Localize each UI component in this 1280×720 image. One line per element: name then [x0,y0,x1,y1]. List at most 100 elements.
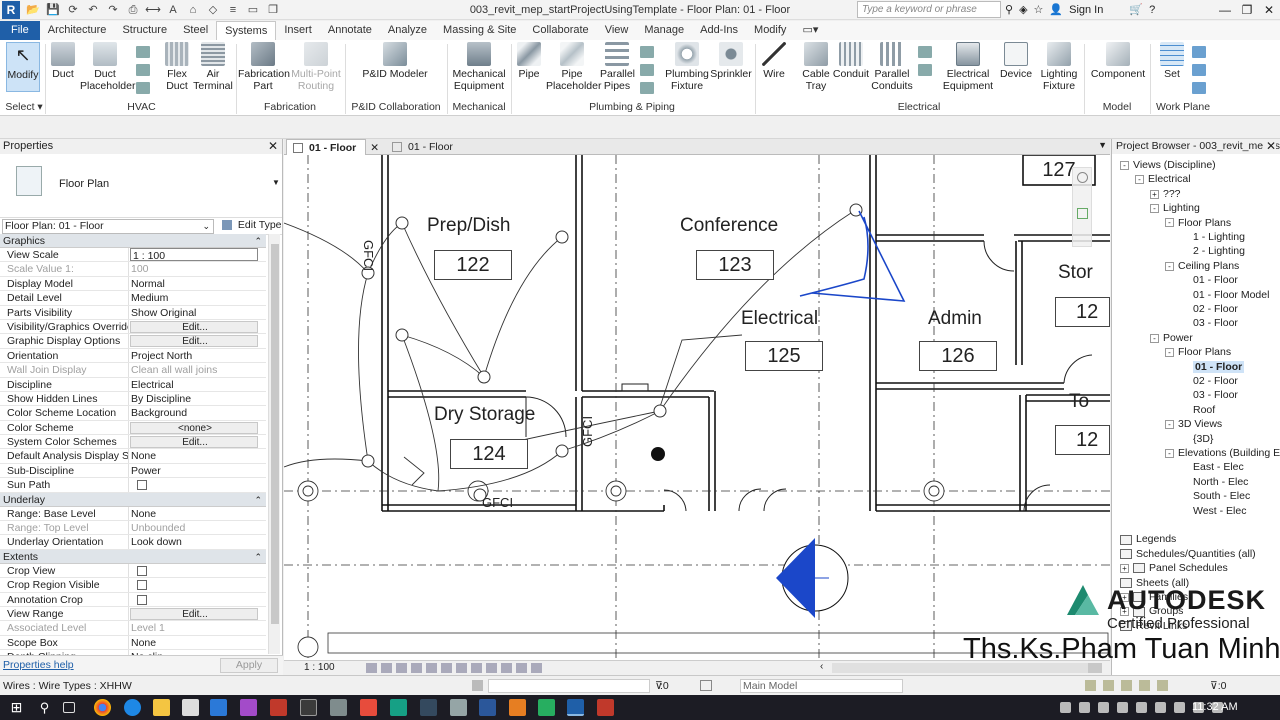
close-tab-icon[interactable]: ✕ [370,140,379,156]
show-workplane-icon[interactable] [1192,46,1206,58]
property-edit-button[interactable]: Edit... [130,320,258,333]
property-value[interactable]: Background [129,406,266,419]
show-crop-icon[interactable] [441,663,452,673]
browser-item-selected[interactable]: 01 - Floor [1180,360,1245,374]
mechanical-equipment-button[interactable]: Mechanical Equipment [452,42,506,92]
browser-item[interactable]: - Floor Plans [1165,345,1231,359]
clock[interactable]: 11:32 AM [1192,701,1238,713]
tab-01-floor[interactable]: 01 - Floor [386,139,476,155]
air-terminal-button[interactable]: Air Terminal [193,42,233,92]
select-by-face-icon[interactable] [1139,680,1150,691]
modify-button[interactable]: ↖ Modify [6,42,40,92]
parallel-pipes-button[interactable]: Parallel Pipes [600,42,635,92]
thin-lines-icon[interactable]: ≡ [224,2,242,18]
collapse-toggle-icon[interactable]: - [1150,333,1159,343]
expand-toggle-icon[interactable]: + [1120,563,1129,573]
tab-insert[interactable]: Insert [276,21,320,40]
user-icon[interactable]: 👤 [1049,3,1063,16]
app-icon-6[interactable] [360,699,377,716]
checkbox[interactable] [137,580,147,591]
browser-item[interactable]: -3D Views [1165,417,1222,431]
tab-analyze[interactable]: Analyze [380,21,435,40]
revit-app-icon[interactable]: R [2,0,20,19]
browser-item[interactable]: 03 - Floor [1180,316,1238,330]
app-icon-12[interactable] [597,699,614,716]
pipe-placeholder-button[interactable]: Pipe Placeholder [546,42,601,92]
sun-path-icon[interactable] [396,663,407,673]
property-value[interactable]: 1 : 100 [130,248,258,262]
design-option-selector[interactable]: Main Model [740,679,903,693]
browser-item[interactable]: Legends [1120,532,1176,546]
tab-systems[interactable]: Systems [216,21,277,40]
ref-plane-icon[interactable] [1192,64,1206,76]
checkbox[interactable] [137,594,147,605]
browser-item[interactable]: 1 - Lighting [1180,230,1245,244]
browser-item[interactable]: South - Elec [1180,489,1250,503]
checkbox[interactable] [137,480,147,491]
tray-icon-5[interactable] [1136,702,1147,713]
electrical-equipment-button[interactable]: Electrical Equipment [942,42,994,92]
edge-icon[interactable] [124,699,141,716]
room-name[interactable]: Stor [1058,262,1093,284]
tray-icon-3[interactable] [1098,702,1109,713]
room-name[interactable]: Prep/Dish [427,215,510,237]
filter-count[interactable]: ⊽:0 [1210,680,1226,692]
pid-modeler-button[interactable]: P&ID Modeler [362,42,428,80]
collapse-toggle-icon[interactable]: - [1165,419,1174,429]
duct-fitting-icon[interactable] [136,46,150,58]
analytical-model-icon[interactable] [501,663,512,673]
tray-icon-7[interactable] [1174,702,1185,713]
browser-item[interactable]: -Elevations (Building Elevation) [1165,446,1280,460]
browser-item[interactable]: - Views (Discipline) [1120,158,1216,172]
subscription-icon[interactable]: ◈ [1019,3,1027,16]
multi-point-routing-button[interactable]: Multi-Point Routing [290,42,342,92]
cable-tray-button[interactable]: Cable Tray [800,42,832,92]
select-underlay-icon[interactable] [1103,680,1114,691]
temporary-hide-icon[interactable] [456,663,467,673]
room-number[interactable]: 12 [1055,425,1110,455]
task-view-icon[interactable] [63,702,75,713]
tray-icon-2[interactable] [1079,702,1090,713]
room-number[interactable]: 125 [745,341,823,371]
tab-modify[interactable]: Modify [746,21,794,40]
ribbon-context-icon[interactable]: ▭▾ [794,21,826,40]
pipe-button[interactable]: Pipe [515,42,543,80]
close-icon[interactable]: ✕ [268,139,278,154]
tab-file[interactable]: File [0,21,40,40]
duct-placeholder-button[interactable]: Duct Placeholder [80,42,135,92]
detail-level-icon[interactable] [366,663,377,673]
pipe-accessory-icon[interactable] [640,64,654,76]
select-pinned-icon[interactable] [1121,680,1132,691]
property-checkbox-cell[interactable] [129,478,266,491]
instance-selector[interactable]: Floor Plan: 01 - Floor ⌄ [2,219,214,234]
room-number[interactable]: 12 [1055,297,1110,327]
viewer-icon[interactable] [1192,82,1206,94]
chrome-icon[interactable] [94,699,111,716]
convert-flex-icon[interactable] [136,82,150,94]
open-icon[interactable]: 📂 [24,2,42,18]
tab-manage[interactable]: Manage [636,21,692,40]
property-value[interactable]: None [129,636,266,649]
property-value[interactable]: Show Original [129,306,266,319]
collapse-toggle-icon[interactable]: - [1135,175,1144,185]
tab-massing-site[interactable]: Massing & Site [435,21,524,40]
lighting-fixture-button[interactable]: Lighting Fixture [1036,42,1082,92]
search-input[interactable]: Type a keyword or phrase [857,1,1001,18]
browser-item[interactable]: - Power [1150,331,1193,345]
conduit-fitting-icon[interactable] [918,64,932,76]
flex-duct-button[interactable]: Flex Duct [164,42,190,92]
app-icon-2[interactable] [240,699,257,716]
close-hidden-icon[interactable]: ▭ [244,2,262,18]
star-icon[interactable]: ☆ [1034,3,1044,16]
collapse-icon[interactable]: ⌃ [254,550,262,564]
tab-architecture[interactable]: Architecture [40,21,115,40]
fabrication-part-button[interactable]: Fabrication Part [238,42,290,92]
constraints-icon[interactable] [531,663,542,673]
browser-item[interactable]: Roof [1180,403,1215,417]
browser-item[interactable]: 2 - Lighting [1180,244,1245,258]
browser-item[interactable]: North - Elec [1180,475,1248,489]
duct-button[interactable]: Duct [49,42,77,80]
browser-item[interactable]: 02 - Floor [1180,374,1238,388]
tab-annotate[interactable]: Annotate [320,21,380,40]
cart-icon[interactable]: 🛒 [1129,3,1143,16]
